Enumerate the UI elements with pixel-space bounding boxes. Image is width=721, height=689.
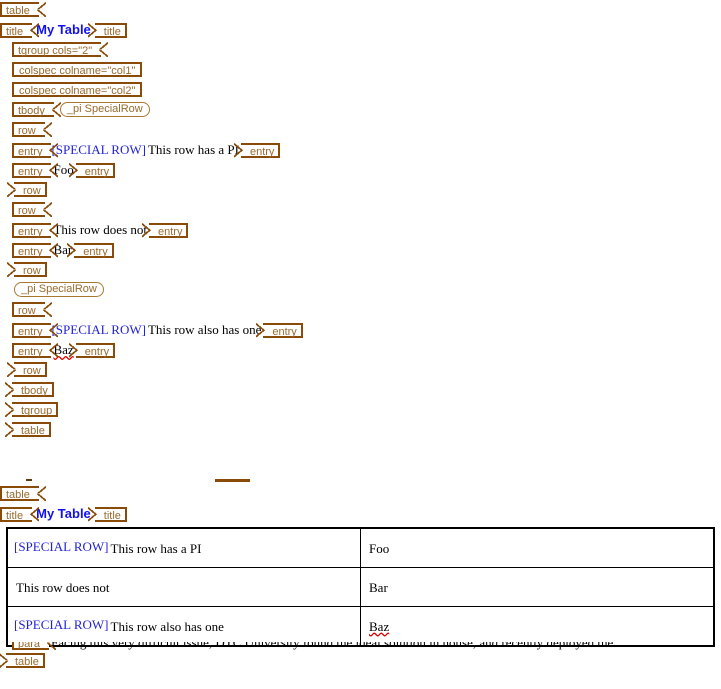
start-tag-entry[interactable]: entry xyxy=(12,242,60,258)
cell-text-misspelled[interactable]: Baz xyxy=(367,619,391,634)
start-tag-entry[interactable]: entry xyxy=(12,342,60,358)
entry-text[interactable]: This row does not xyxy=(51,222,149,237)
render-tag-line-table-open[interactable]: table xyxy=(0,484,721,504)
clipped-paragraph-row[interactable]: para Facing this very difficult issue, DT… xyxy=(0,642,721,654)
end-tag-row[interactable]: row xyxy=(7,362,47,378)
end-tag-table[interactable]: table xyxy=(5,422,51,438)
tag-line-tgroup-close[interactable]: tgroup xyxy=(0,400,721,420)
table-cell-col2[interactable]: Baz xyxy=(360,606,715,647)
tag-line-row1-open[interactable]: row xyxy=(0,120,721,140)
table-cell-col2[interactable]: Foo xyxy=(360,527,715,568)
processing-instruction-specialrow-1[interactable]: _pi SpecialRow xyxy=(59,102,150,118)
end-tag-entry[interactable]: entry xyxy=(68,162,116,178)
cell-text[interactable]: This row has a PI xyxy=(109,541,204,556)
start-tag-entry[interactable]: entry xyxy=(12,222,60,238)
end-tag-entry[interactable]: entry xyxy=(256,322,303,338)
title-text[interactable]: My Table xyxy=(32,22,95,37)
end-tag-title[interactable]: title xyxy=(87,22,127,38)
paragraph-text[interactable]: Facing this very difficult issue, DTC Un… xyxy=(49,642,615,650)
clipped-paragraph-inner: para Facing this very difficult issue, DT… xyxy=(0,642,721,652)
table-cell-col1[interactable]: [SPECIAL ROW] This row has a PI xyxy=(6,527,361,568)
special-row-marker: [SPECIAL ROW] xyxy=(51,142,146,158)
tag-line-row1-entry1[interactable]: entry [SPECIAL ROW] This row has a PI entry xyxy=(0,140,721,160)
rendered-table-body: [SPECIAL ROW] This row has a PI Foo This … xyxy=(6,527,715,647)
start-tag-title[interactable]: title xyxy=(0,506,40,522)
start-tag-title[interactable]: title xyxy=(0,22,40,38)
start-tag-entry[interactable]: entry xyxy=(12,142,60,158)
tag-line-title[interactable]: title My Table title xyxy=(0,20,721,40)
start-tag-tgroup[interactable]: tgroup cols="2" xyxy=(12,42,109,58)
start-tag-row[interactable]: row xyxy=(12,202,52,218)
start-tag-row[interactable]: row xyxy=(12,122,52,138)
start-tag-row[interactable]: row xyxy=(12,302,52,318)
cell-text[interactable]: This row also has one xyxy=(109,619,226,634)
cell-text[interactable]: This row does not xyxy=(14,580,112,595)
tag-line-row3-entry1[interactable]: entry [SPECIAL ROW] This row also has one e… xyxy=(0,320,721,340)
tag-line-table-open[interactable]: table xyxy=(0,0,721,20)
tag-line-colspec-col1[interactable]: colspec colname="col1" xyxy=(0,60,721,80)
end-tag-entry[interactable]: entry xyxy=(233,142,281,158)
tag-line-row1-close[interactable]: row xyxy=(0,180,721,200)
tag-line-pi-specialrow-2[interactable]: _pi SpecialRow xyxy=(0,280,721,300)
clipped-artefact-dash xyxy=(26,479,32,481)
table-cell-col1[interactable]: [SPECIAL ROW] This row also has one xyxy=(6,606,361,647)
tag-line-row2-close[interactable]: row xyxy=(0,260,721,280)
end-tag-table[interactable]: table xyxy=(0,653,45,669)
clipped-artefact-bar xyxy=(215,479,250,482)
special-row-marker: [SPECIAL ROW] xyxy=(51,322,146,338)
render-tag-line-title[interactable]: title My Table title xyxy=(0,504,721,524)
end-tag-title[interactable]: title xyxy=(87,506,127,522)
end-tag-row[interactable]: row xyxy=(7,182,47,198)
table-row[interactable]: [SPECIAL ROW] This row also has one Baz xyxy=(6,606,715,647)
empty-tag-colspec-col1[interactable]: colspec colname="col1" xyxy=(12,62,143,78)
tag-line-row3-open[interactable]: row xyxy=(0,300,721,320)
table-cell-col1[interactable]: This row does not xyxy=(6,567,361,607)
special-row-marker: [SPECIAL ROW] xyxy=(14,617,109,633)
entry-text[interactable]: This row also has one xyxy=(146,322,263,337)
end-tag-entry[interactable]: entry xyxy=(68,342,116,358)
tags-view-pane[interactable]: table title My Table title tgroup cols="2"… xyxy=(0,0,721,440)
end-tag-tgroup[interactable]: tgroup xyxy=(4,402,59,418)
start-tag-para[interactable]: para xyxy=(12,642,57,651)
entry-text[interactable]: This row has a PI xyxy=(146,142,241,157)
tag-line-row2-entry1[interactable]: entry This row does not entry xyxy=(0,220,721,240)
tag-line-row2-entry2[interactable]: entry Bar entry xyxy=(0,240,721,260)
end-tag-entry[interactable]: entry xyxy=(141,222,189,238)
tag-line-tgroup-open[interactable]: tgroup cols="2" xyxy=(0,40,721,60)
tag-line-row3-close[interactable]: row xyxy=(0,360,721,380)
table-row[interactable]: [SPECIAL ROW] This row has a PI Foo xyxy=(6,527,715,568)
cell-text[interactable]: Foo xyxy=(367,541,391,556)
tag-line-table-close[interactable]: table xyxy=(0,420,721,440)
tag-line-row2-open[interactable]: row xyxy=(0,200,721,220)
special-row-marker: [SPECIAL ROW] xyxy=(14,539,109,555)
tag-line-colspec-col2[interactable]: colspec colname="col2" xyxy=(0,80,721,100)
rendered-table[interactable]: [SPECIAL ROW] This row has a PI Foo This … xyxy=(6,527,715,647)
cell-text[interactable]: Bar xyxy=(367,580,390,595)
tag-line-tbody-open[interactable]: tbody _pi SpecialRow xyxy=(0,100,721,120)
start-tag-entry[interactable]: entry xyxy=(12,162,60,178)
empty-tag-colspec-col2[interactable]: colspec colname="col2" xyxy=(12,82,143,98)
start-tag-table[interactable]: table xyxy=(0,2,46,18)
tag-line-row3-entry2[interactable]: entry Baz entry xyxy=(0,340,721,360)
start-tag-tbody[interactable]: tbody xyxy=(12,102,61,118)
end-tag-entry[interactable]: entry xyxy=(67,242,114,258)
end-tag-row[interactable]: row xyxy=(7,262,47,278)
tag-line-row1-entry2[interactable]: entry Foo entry xyxy=(0,160,721,180)
start-tag-table[interactable]: table xyxy=(0,486,46,502)
table-cell-col2[interactable]: Bar xyxy=(360,567,715,607)
tag-line-tbody-close[interactable]: tbody xyxy=(0,380,721,400)
table-row[interactable]: This row does not Bar xyxy=(6,567,715,607)
end-tag-tbody[interactable]: tbody xyxy=(5,382,54,398)
render-tag-line-table-close[interactable]: table xyxy=(0,651,721,671)
rendered-table-title[interactable]: My Table xyxy=(32,506,95,521)
start-tag-entry[interactable]: entry xyxy=(12,322,60,338)
processing-instruction-specialrow-2[interactable]: _pi SpecialRow xyxy=(14,282,104,298)
